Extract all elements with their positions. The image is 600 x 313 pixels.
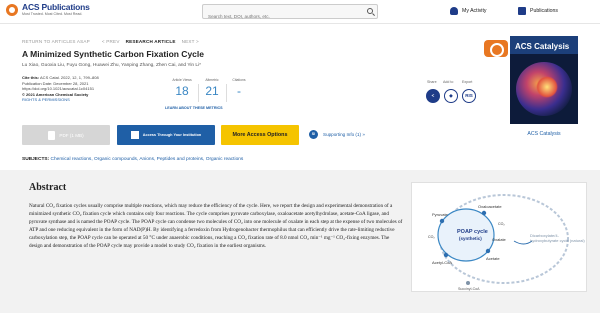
abstract-text: Natural CO₂ fixation cycles usually comp… — [29, 203, 403, 250]
pdf-label: PDF (1 MB) — [59, 132, 84, 138]
node-pyruvate — [439, 218, 445, 224]
label-acetyl-coa: Acetyl-CoA — [432, 260, 452, 265]
metric-divider — [198, 84, 199, 102]
more-access-options-button[interactable]: More Access Options — [221, 125, 299, 145]
citations-metric: Citations - — [228, 78, 250, 98]
my-activity-link[interactable]: My Activity — [450, 7, 487, 15]
subjects-row: SUBJECTS: Chemical reactions, Organic co… — [22, 157, 243, 162]
views-metric: Article Views 18 — [168, 78, 196, 98]
my-activity-label: My Activity — [462, 8, 487, 14]
top-bar: ACS Publications Most Trusted. Most Cite… — [0, 0, 600, 24]
article-type: RESEARCH ARTICLE — [125, 39, 176, 44]
pdf-download-button[interactable]: PDF (1 MB) — [22, 125, 110, 145]
node-oxaloacetate — [481, 210, 487, 216]
cite-label: Cite this: — [22, 75, 40, 80]
copyright: © 2021 American Chemical Society — [22, 91, 89, 97]
publications-label: Publications — [530, 8, 558, 14]
label-natural-cycle: Dicarboxylate/4-hydroxybutyrate cycle (n… — [530, 233, 585, 243]
next-link[interactable]: NEXT > — [182, 39, 199, 44]
altmetric-metric[interactable]: Altmetric 21 — [200, 78, 224, 98]
supporting-info-label: Supporting Info (1) » — [323, 132, 365, 137]
person-icon — [450, 7, 458, 15]
abstract-heading: Abstract — [29, 182, 67, 193]
cover-title: ACS Catalysis — [515, 42, 570, 51]
breadcrumb: RETURN TO ARTICLES ASAP < PREV RESEARCH … — [22, 39, 199, 44]
node-acetyl-coa — [443, 252, 449, 258]
metric-divider — [226, 84, 227, 102]
supporting-info-icon: SI — [309, 130, 318, 139]
pdf-icon — [48, 130, 56, 140]
share-icon[interactable]: < — [426, 89, 440, 103]
views-label: Article Views — [172, 78, 192, 82]
label-oxalate: Oxalate — [492, 237, 507, 242]
subjects-list[interactable]: Chemical reactions, Organic compounds, A… — [51, 157, 244, 162]
label-co2-2: CO₂ — [498, 222, 505, 226]
institution-access-button[interactable]: Access Through Your Institution — [117, 125, 215, 145]
share-label: Share — [427, 80, 437, 84]
article-title: A Minimized Synthetic Carbon Fixation Cy… — [22, 49, 204, 59]
label-pyruvate: Pyruvate — [432, 212, 449, 217]
logo-title: ACS Publications — [22, 2, 90, 12]
add-to-label: Add to — [443, 80, 454, 84]
journal-name-link[interactable]: ACS Catalysis — [510, 131, 578, 137]
journal-cover[interactable]: ACS Catalysis — [510, 36, 578, 124]
publications-link[interactable]: Publications — [518, 7, 558, 15]
label-co2-1: CO₂ — [428, 235, 435, 239]
node-succinyl-coa — [466, 281, 470, 285]
logo-tagline: Most Trusted. Most Cited. Most Read. — [22, 11, 83, 16]
search-box — [202, 4, 378, 23]
add-to-library-icon[interactable]: ◆ — [444, 89, 458, 103]
cite-value: ACS Catal. 2022, 12, 1, 799–808 — [40, 75, 99, 80]
learn-about-metrics-link[interactable]: LEARN ABOUT THESE METRICS — [165, 106, 223, 110]
book-icon — [518, 7, 526, 15]
institution-icon — [130, 131, 139, 139]
acs-logo[interactable]: ACS Publications Most Trusted. Most Cite… — [6, 3, 90, 16]
cover-artwork-highlight — [536, 76, 558, 98]
citation-meta: Cite this: ACS Catal. 2022, 12, 1, 799–8… — [22, 75, 162, 103]
supporting-info-link[interactable]: SI Supporting Info (1) » — [309, 130, 365, 139]
toc-graphic[interactable]: Pyruvate Oxaloacetate Oxalate Acetate Ac… — [411, 182, 587, 292]
author-list[interactable]: Lu Xiao, Guoxia Liu, Fuyu Gong, Huawei Z… — [22, 63, 201, 68]
altmetric-value: 21 — [205, 84, 219, 98]
rights-permissions-link[interactable]: RIGHTS & PERMISSIONS — [22, 97, 162, 103]
label-succinyl-coa: Succinyl-CoA — [458, 287, 480, 291]
citations-value: - — [237, 84, 241, 98]
altmetric-label: Altmetric — [205, 78, 219, 82]
label-acetate: Acetate — [486, 256, 500, 261]
node-acetate — [485, 248, 491, 254]
views-value: 18 — [175, 84, 189, 98]
search-input[interactable] — [203, 10, 353, 23]
institution-access-label: Access Through Your Institution — [142, 133, 202, 137]
search-icon[interactable] — [367, 8, 373, 14]
acs-logo-icon — [6, 3, 18, 16]
label-oxaloacetate: Oxaloacetate — [478, 204, 502, 209]
label-poap-cycle: POAP cycle — [457, 229, 488, 235]
rss-badge-icon[interactable] — [484, 40, 508, 57]
citations-label: Citations — [232, 78, 246, 82]
label-poap-synthetic: (synthetic) — [459, 236, 482, 241]
export-ris-icon[interactable]: RIS — [462, 89, 476, 103]
prev-link[interactable]: < PREV — [102, 39, 120, 44]
return-to-articles-link[interactable]: RETURN TO ARTICLES ASAP — [22, 39, 90, 44]
subjects-label: SUBJECTS: — [22, 157, 50, 162]
export-label: Export — [462, 80, 473, 84]
